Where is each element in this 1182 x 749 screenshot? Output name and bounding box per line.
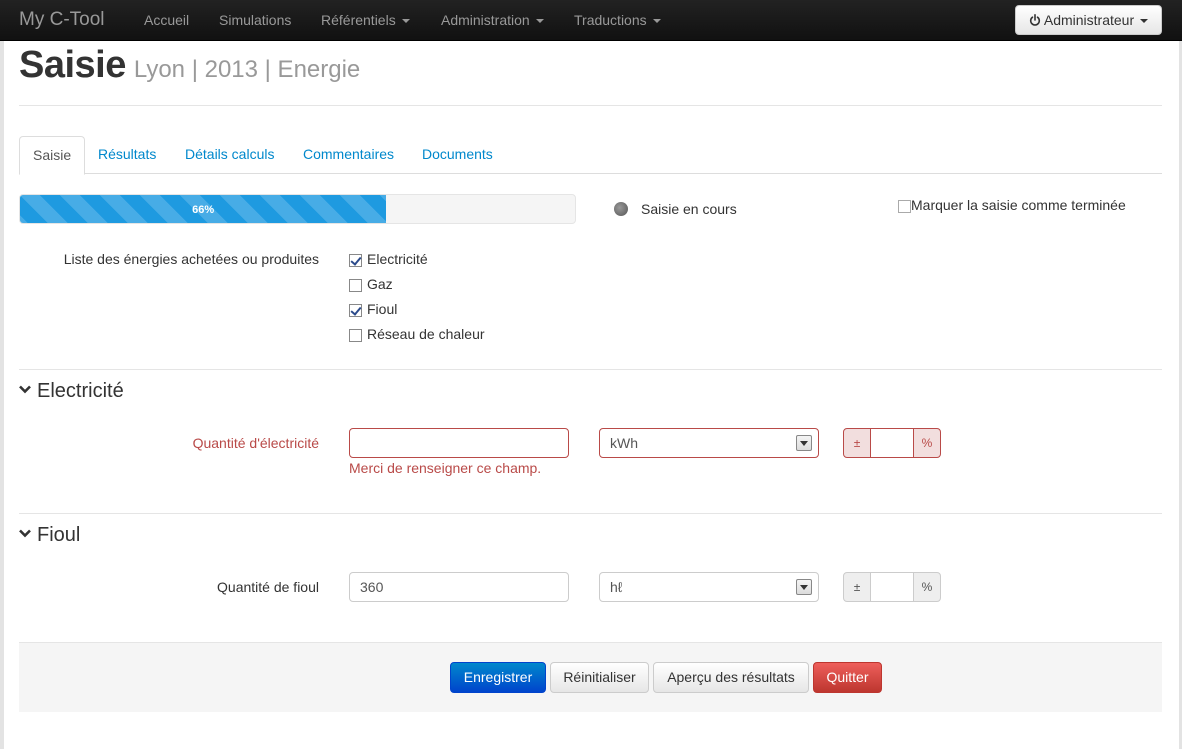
fioul-unit-select[interactable]: hℓ [599, 572, 819, 602]
fioul-uncertainty-input[interactable] [870, 572, 914, 602]
electricite-unit-select[interactable]: kWh [599, 428, 819, 458]
progress-bar: 66% [19, 194, 576, 224]
energy-option-label: Réseau de chaleur [367, 326, 485, 342]
brand-logo[interactable]: My C-Tool [19, 9, 105, 31]
page-title-main: Saisie [19, 44, 126, 86]
fioul-field-label: Quantité de fioul [217, 579, 319, 595]
electricite-field-label: Quantité d'électricité [192, 435, 319, 451]
checkbox-box[interactable] [349, 328, 362, 342]
tab-details-calculs[interactable]: Détails calculs [172, 136, 287, 174]
select-value: kWh [610, 435, 638, 451]
section-title: Electricité [37, 380, 124, 402]
fioul-uncertainty-group: ± % [843, 572, 941, 602]
electricite-uncertainty-input[interactable] [870, 428, 914, 458]
percent-addon: % [913, 428, 941, 458]
nav-label: Accueil [144, 12, 190, 28]
left-border [0, 41, 4, 749]
user-menu-button[interactable]: Administrateur [1015, 5, 1162, 35]
checkbox-box[interactable] [349, 253, 362, 267]
plus-minus-addon: ± [843, 572, 871, 602]
tab-resultats[interactable]: Résultats [85, 136, 169, 174]
caret-down-icon [652, 19, 661, 24]
status-text: Saisie en cours [641, 201, 737, 217]
progress-fill: 66% [20, 195, 387, 223]
energy-option-label: Electricité [367, 251, 428, 267]
energy-option-fioul[interactable]: Fioul [349, 301, 397, 317]
header-divider [19, 105, 1162, 106]
caret-down-icon [401, 19, 410, 24]
select-value: hℓ [610, 579, 623, 595]
user-menu-label: Administrateur [1043, 12, 1135, 28]
electricite-error-message: Merci de renseigner ce champ. [349, 460, 542, 476]
tab-saisie[interactable]: Saisie [19, 136, 86, 175]
nav-label: Simulations [219, 12, 292, 28]
nav-referentiels[interactable]: Référentiels [321, 12, 410, 28]
mark-done-checkbox[interactable]: Marquer la saisie comme terminée [898, 197, 1126, 213]
tab-bar: Saisie Résultats Détails calculs Comment… [19, 136, 1162, 175]
tab-commentaires[interactable]: Commentaires [290, 136, 407, 174]
caret-down-icon [535, 19, 544, 24]
top-navbar: My C-Tool Accueil Simulations Référentie… [0, 0, 1182, 41]
nav-accueil[interactable]: Accueil [144, 12, 189, 28]
nav-label: Administration [441, 12, 530, 28]
status-indicator-icon [614, 202, 628, 216]
page-title: Saisie Lyon | 2013 | Energie [19, 44, 360, 87]
section-divider [19, 369, 1162, 370]
section-fioul-header[interactable]: Fioul [19, 524, 80, 547]
nav-traductions[interactable]: Traductions [574, 12, 661, 28]
save-button[interactable]: Enregistrer [450, 662, 546, 693]
dropdown-arrow-icon [796, 579, 812, 595]
fioul-quantity-input[interactable]: 360 [349, 572, 569, 602]
dropdown-arrow-icon [796, 435, 812, 451]
section-title: Fioul [37, 524, 81, 546]
nav-administration[interactable]: Administration [441, 12, 544, 28]
energies-label: Liste des énergies achetées ou produites [63, 251, 319, 267]
reset-button[interactable]: Réinitialiser [550, 662, 649, 693]
energy-option-gaz[interactable]: Gaz [349, 276, 393, 292]
percent-addon: % [913, 572, 941, 602]
nav-label: Traductions [574, 12, 647, 28]
tab-documents[interactable]: Documents [409, 136, 506, 174]
chevron-down-icon [19, 383, 33, 397]
energy-option-label: Fioul [367, 301, 398, 317]
nav-simulations[interactable]: Simulations [219, 12, 291, 28]
checkbox-box[interactable] [349, 278, 362, 292]
energy-option-reseau-chaleur[interactable]: Réseau de chaleur [349, 326, 485, 342]
checkbox-box[interactable] [349, 303, 362, 317]
energy-option-label: Gaz [367, 276, 393, 292]
page-subtitle: Lyon | 2013 | Energie [133, 56, 361, 83]
preview-results-button[interactable]: Aperçu des résultats [653, 662, 809, 693]
mark-done-label: Marquer la saisie comme terminée [911, 197, 1126, 213]
checkbox-box[interactable] [898, 199, 911, 213]
chevron-down-icon [19, 527, 33, 541]
section-divider [19, 513, 1162, 514]
caret-down-icon [1140, 19, 1149, 24]
power-icon [1029, 14, 1040, 26]
electricite-quantity-input[interactable] [349, 428, 569, 458]
electricite-uncertainty-group: ± % [843, 428, 941, 458]
plus-minus-addon: ± [843, 428, 871, 458]
energy-option-electricite[interactable]: Electricité [349, 251, 428, 267]
nav-label: Référentiels [321, 12, 396, 28]
quit-button[interactable]: Quitter [813, 662, 882, 693]
section-electricite-header[interactable]: Electricité [19, 380, 124, 403]
